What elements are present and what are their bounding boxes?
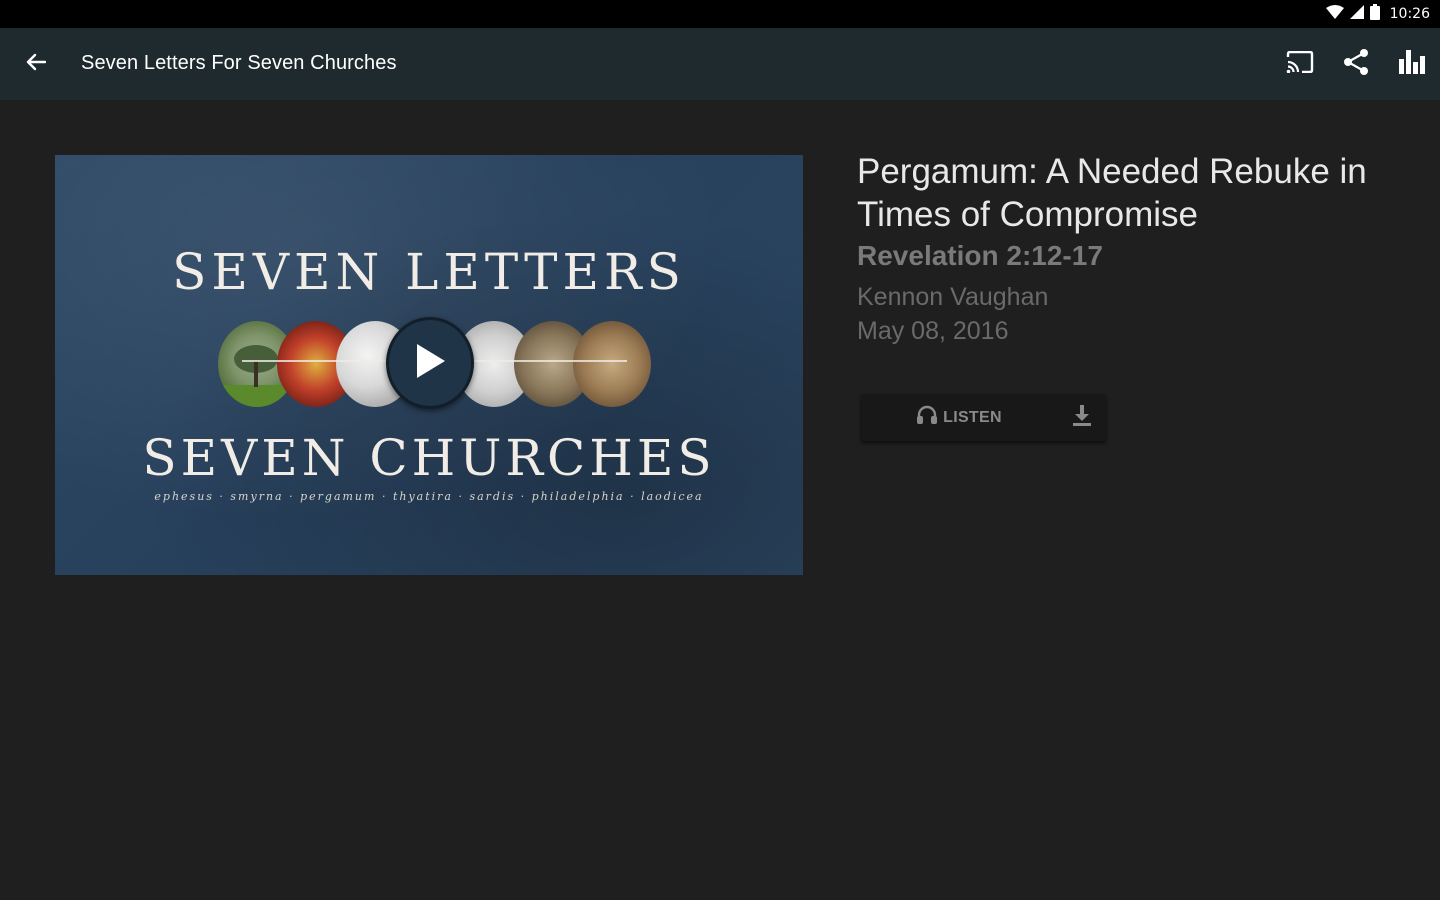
listen-button[interactable]: LISTEN [861, 394, 1057, 441]
status-bar: 10:26 [0, 0, 1440, 28]
share-icon [1342, 48, 1370, 81]
status-icons: 10:26 [1325, 3, 1430, 25]
artwork-cities: ephesus · smyrna · pergamum · thyatira ·… [154, 490, 704, 503]
download-button[interactable] [1057, 394, 1106, 441]
artwork-title-top: SEVEN LETTERS [172, 243, 686, 301]
play-button[interactable] [386, 317, 474, 409]
app-title: Seven Letters For Seven Churches [81, 52, 397, 74]
cast-button[interactable] [1272, 28, 1328, 100]
scripture-reference: Revelation 2:12-17 [857, 240, 1103, 271]
app-actions [1272, 28, 1440, 100]
play-icon [413, 342, 447, 385]
listen-label: LISTEN [943, 408, 1002, 426]
headphones-icon [916, 405, 938, 430]
battery-icon [1369, 3, 1380, 25]
cast-icon [1286, 50, 1314, 78]
signal-icon [1349, 4, 1364, 24]
arrow-back-icon [26, 53, 47, 76]
speaker-name: Kennon Vaughan [857, 283, 1049, 311]
status-time: 10:26 [1389, 6, 1430, 22]
download-icon [1072, 404, 1092, 431]
back-button[interactable] [20, 50, 52, 78]
sermon-artwork[interactable]: SEVEN LETTERS SEVEN CHURCHES ephesus · s… [55, 155, 803, 575]
artwork-scroll-image [573, 321, 651, 407]
stats-button[interactable] [1384, 28, 1440, 100]
bar-chart-icon [1398, 49, 1426, 80]
app-bar: Seven Letters For Seven Churches [0, 28, 1440, 100]
share-button[interactable] [1328, 28, 1384, 100]
media-actions: LISTEN [861, 394, 1106, 441]
wifi-icon [1325, 4, 1344, 24]
artwork-title-bottom: SEVEN CHURCHES [142, 429, 716, 487]
sermon-date: May 08, 2016 [857, 317, 1009, 345]
sermon-title: Pergamum: A Needed Rebuke in Times of Co… [857, 152, 1367, 234]
